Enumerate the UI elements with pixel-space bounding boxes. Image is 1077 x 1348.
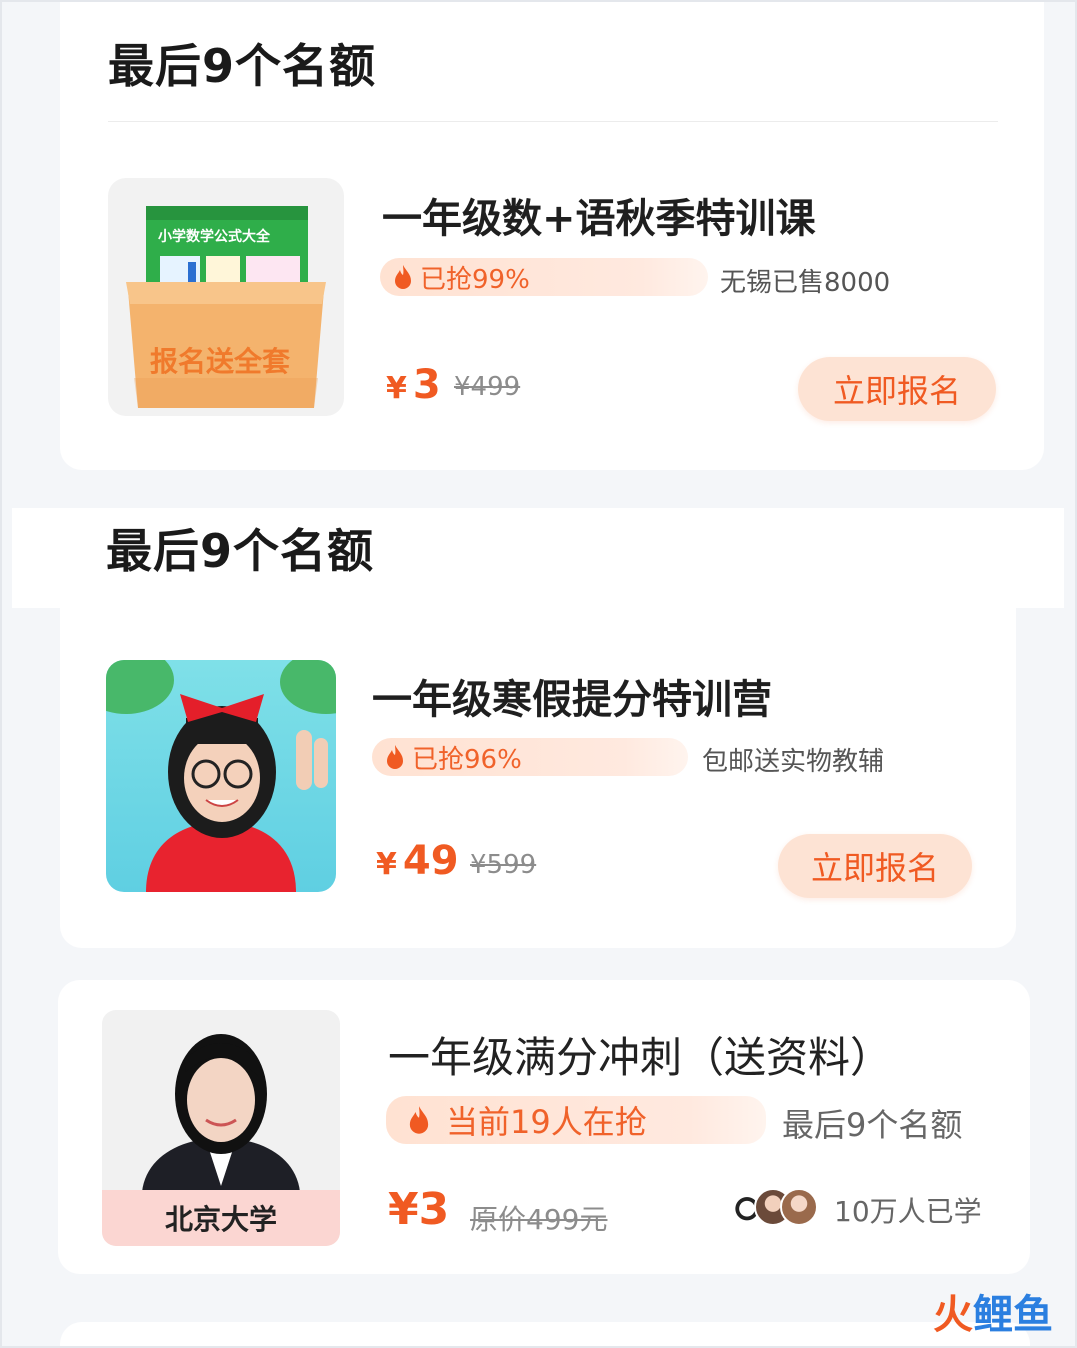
school-badge: 北京大学: [102, 1190, 340, 1246]
teacher-photo: [106, 660, 336, 892]
course-title[interactable]: 一年级数+语秋季特训课: [382, 186, 816, 244]
price-amount: 49: [402, 838, 459, 884]
section-title: 最后9个名额: [106, 524, 375, 578]
progress-label: 当前19人在抢: [446, 1103, 647, 1141]
gift-note: 包邮送实物教辅: [702, 747, 885, 777]
watermark-part: 火: [933, 1292, 973, 1338]
progress-bar: 当前19人在抢: [386, 1096, 766, 1144]
sales-note: 无锡已售8000: [720, 268, 891, 298]
avatar-icon: [780, 1188, 818, 1226]
quota-note: 最后9个名额: [782, 1106, 963, 1144]
progress-label: 已抢96%: [412, 744, 522, 775]
flame-icon: [387, 745, 403, 769]
watermark-part: 鲤: [973, 1292, 1013, 1338]
price-symbol: ¥: [386, 371, 407, 406]
learners-count: 10万人已学: [834, 1195, 982, 1228]
next-card-peek: [60, 1322, 1030, 1348]
watermark-logo: 火鲤鱼: [933, 1282, 1053, 1340]
flame-icon: [409, 1106, 429, 1134]
thumb-box-label: 报名送全套: [150, 345, 291, 378]
enroll-button[interactable]: 立即报名: [798, 357, 996, 421]
price-symbol: ¥: [376, 847, 397, 882]
price: ¥3: [388, 1184, 449, 1235]
price-amount: ¥3: [388, 1184, 450, 1235]
course-thumbnail[interactable]: 小学数学公式大全 报名送全套: [108, 178, 344, 416]
progress-label: 已抢99%: [420, 264, 530, 295]
book-box-illustration: [126, 206, 326, 408]
progress-bar: 已抢96%: [372, 738, 688, 776]
original-price: ¥499: [454, 372, 521, 402]
progress-bar: 已抢99%: [380, 258, 708, 296]
original-price: ¥599: [470, 850, 537, 880]
course-title[interactable]: 一年级满分冲刺（送资料）: [388, 1024, 892, 1085]
price-amount: 3: [412, 362, 441, 408]
course-title[interactable]: 一年级寒假提分特训营: [372, 667, 772, 725]
price: ¥ 3: [386, 362, 441, 408]
course-thumbnail[interactable]: 北京大学: [102, 1010, 340, 1246]
thumb-book-title: 小学数学公式大全: [158, 229, 270, 245]
course-thumbnail[interactable]: [106, 660, 336, 892]
divider: [108, 121, 998, 122]
enroll-button[interactable]: 立即报名: [778, 834, 972, 898]
watermark-part: 鱼: [1013, 1292, 1053, 1338]
price: ¥ 49: [376, 838, 459, 884]
original-price: 原价499元: [470, 1203, 608, 1236]
section-title: 最后9个名额: [108, 39, 377, 93]
learner-avatars: [728, 1188, 818, 1226]
flame-icon: [395, 265, 411, 289]
